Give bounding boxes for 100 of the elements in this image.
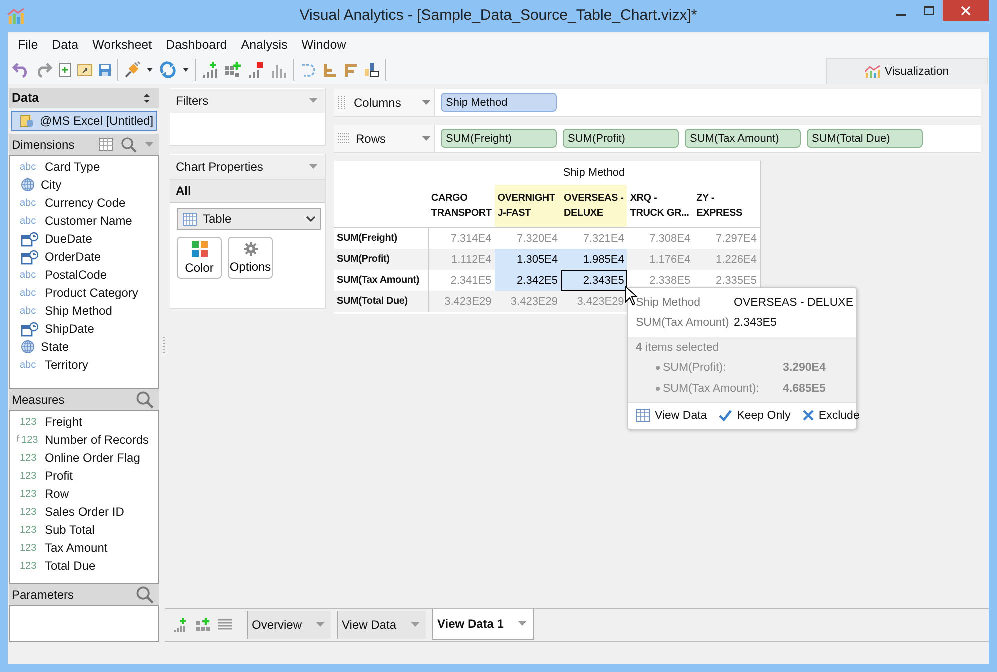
sort-ascending-icon[interactable] xyxy=(322,62,338,78)
row-header: SUM(Total Due) xyxy=(334,291,428,312)
column-group-header: Ship Method xyxy=(563,167,626,179)
sort-descending-icon[interactable] xyxy=(343,62,359,78)
globe-icon xyxy=(21,340,35,354)
tooltip-action-link[interactable]: View Data xyxy=(636,409,708,422)
field-pill[interactable]: SUM(Profit) xyxy=(563,129,679,148)
field-item[interactable]: 123 Sub Total xyxy=(10,521,158,539)
checkmark-icon xyxy=(719,410,732,422)
field-pill[interactable]: SUM(Total Due) xyxy=(807,129,923,148)
section-title: Parameters xyxy=(12,588,74,602)
visualization-tab[interactable]: Visualization xyxy=(826,58,988,84)
sheet-tab[interactable]: View Data xyxy=(337,611,426,639)
field-item[interactable]: DueDate xyxy=(10,230,158,248)
close-icon xyxy=(802,410,814,421)
delete-chart-icon[interactable] xyxy=(247,61,265,79)
columns-icon xyxy=(338,96,348,110)
table-cell[interactable]: 1.985E4 xyxy=(561,249,628,270)
field-item[interactable]: ShipDate xyxy=(10,320,158,338)
folder-icon[interactable] xyxy=(77,63,93,77)
data-source-item[interactable]: @MS Excel [Untitled] xyxy=(11,111,157,131)
field-item[interactable]: 123 Profit xyxy=(10,467,158,485)
field-item[interactable]: abc Customer Name xyxy=(10,212,158,230)
sheet-tab[interactable]: Overview xyxy=(247,611,332,639)
calendar-clock-icon xyxy=(21,232,39,246)
tooltip-action-link[interactable]: Exclude xyxy=(802,409,860,422)
menu-item[interactable]: Data xyxy=(45,38,86,52)
table-cell[interactable]: 2.343E5 xyxy=(561,270,628,291)
field-item[interactable]: 123 Online Order Flag xyxy=(10,449,158,467)
scope-label: All xyxy=(170,179,325,203)
calendar-clock-icon xyxy=(21,322,39,336)
add-chart-icon[interactable] xyxy=(201,61,219,79)
search-icon[interactable] xyxy=(121,136,137,152)
tooltip-action-link[interactable]: Keep Only xyxy=(719,409,791,422)
field-item[interactable]: State xyxy=(10,338,158,356)
rotate-icon[interactable] xyxy=(299,61,317,79)
field-item[interactable]: abc Card Type xyxy=(10,158,158,176)
save-icon[interactable] xyxy=(98,63,112,77)
column-header[interactable]: ZY - EXPRESS xyxy=(694,185,760,228)
field-item[interactable]: 123 Sales Order ID xyxy=(10,503,158,521)
menu-item[interactable]: Window xyxy=(294,38,354,52)
field-item[interactable]: 123 Number of Records xyxy=(10,431,158,449)
column-header[interactable]: OVERNIGHT J-FAST xyxy=(494,185,562,228)
field-item[interactable]: abc Currency Code xyxy=(10,194,158,212)
selection-summary: 4 items selected xyxy=(636,342,720,354)
plug-icon[interactable] xyxy=(123,61,141,79)
field-pill[interactable]: SUM(Freight) xyxy=(441,129,557,148)
number-type-icon: 123 xyxy=(20,470,40,482)
refresh-icon[interactable] xyxy=(159,61,177,79)
field-item[interactable]: 123 Total Due xyxy=(10,557,158,575)
menu-item[interactable]: Analysis xyxy=(234,38,295,52)
sheet-tab[interactable]: View Data 1 xyxy=(432,608,534,640)
undo-icon[interactable] xyxy=(12,62,30,78)
swap-axes-icon[interactable] xyxy=(364,62,380,78)
total-label: SUM(Tax Amount): xyxy=(663,382,760,394)
caret-icon[interactable] xyxy=(182,67,190,73)
field-pill[interactable]: SUM(Tax Amount) xyxy=(685,129,801,148)
table-icon[interactable] xyxy=(99,138,113,151)
field-item[interactable]: 123 Row xyxy=(10,485,158,503)
text-type-icon: abc xyxy=(20,162,40,172)
field-pill[interactable]: Ship Method xyxy=(441,93,557,112)
menu-item[interactable]: Worksheet xyxy=(86,38,160,52)
column-header[interactable]: XRQ - TRUCK GR... xyxy=(627,185,694,228)
search-icon[interactable] xyxy=(136,586,154,604)
menu-item[interactable]: File xyxy=(11,38,46,52)
app-logo-icon xyxy=(7,7,25,25)
field-item[interactable]: OrderDate xyxy=(10,248,158,266)
new-file-icon[interactable] xyxy=(58,62,72,78)
shelf-label: Columns xyxy=(354,96,402,110)
add-table-icon[interactable] xyxy=(224,61,242,79)
bullet-icon xyxy=(656,386,660,390)
field-item[interactable]: 123 Tax Amount xyxy=(10,539,158,557)
add-dashboard-icon[interactable] xyxy=(195,617,211,633)
list-icon[interactable] xyxy=(217,618,233,632)
menu-item[interactable]: Dashboard xyxy=(159,38,234,52)
close-button[interactable] xyxy=(943,0,989,21)
total-value: 3.290E4 xyxy=(783,362,826,374)
text-type-icon: abc xyxy=(20,306,40,316)
field-item[interactable]: abc Territory xyxy=(10,356,158,374)
column-header[interactable]: OVERSEAS - DELUXE xyxy=(561,185,628,228)
add-chart-icon[interactable] xyxy=(173,617,189,633)
field-item[interactable]: abc Ship Method xyxy=(10,302,158,320)
options-button[interactable]: Options xyxy=(228,237,273,279)
field-item[interactable]: abc Product Category xyxy=(10,284,158,302)
search-icon[interactable] xyxy=(136,390,154,408)
color-button[interactable]: Color xyxy=(177,237,222,279)
text-type-icon: abc xyxy=(20,216,40,226)
field-item[interactable]: City xyxy=(10,176,158,194)
sort-arrows-icon[interactable] xyxy=(143,92,151,104)
chart-icon xyxy=(864,64,881,78)
table-cell[interactable]: 1.305E4 xyxy=(494,249,562,270)
bullet-icon xyxy=(656,366,660,370)
table-icon xyxy=(636,409,650,422)
chart-type-dropdown[interactable]: Table xyxy=(177,208,321,230)
caret-icon[interactable] xyxy=(146,67,154,73)
redo-icon[interactable] xyxy=(35,62,53,78)
field-item[interactable]: 123 Freight xyxy=(10,413,158,431)
table-cell[interactable]: 2.342E5 xyxy=(494,270,562,291)
splitter-grip-icon[interactable] xyxy=(163,337,166,353)
field-item[interactable]: abc PostalCode xyxy=(10,266,158,284)
